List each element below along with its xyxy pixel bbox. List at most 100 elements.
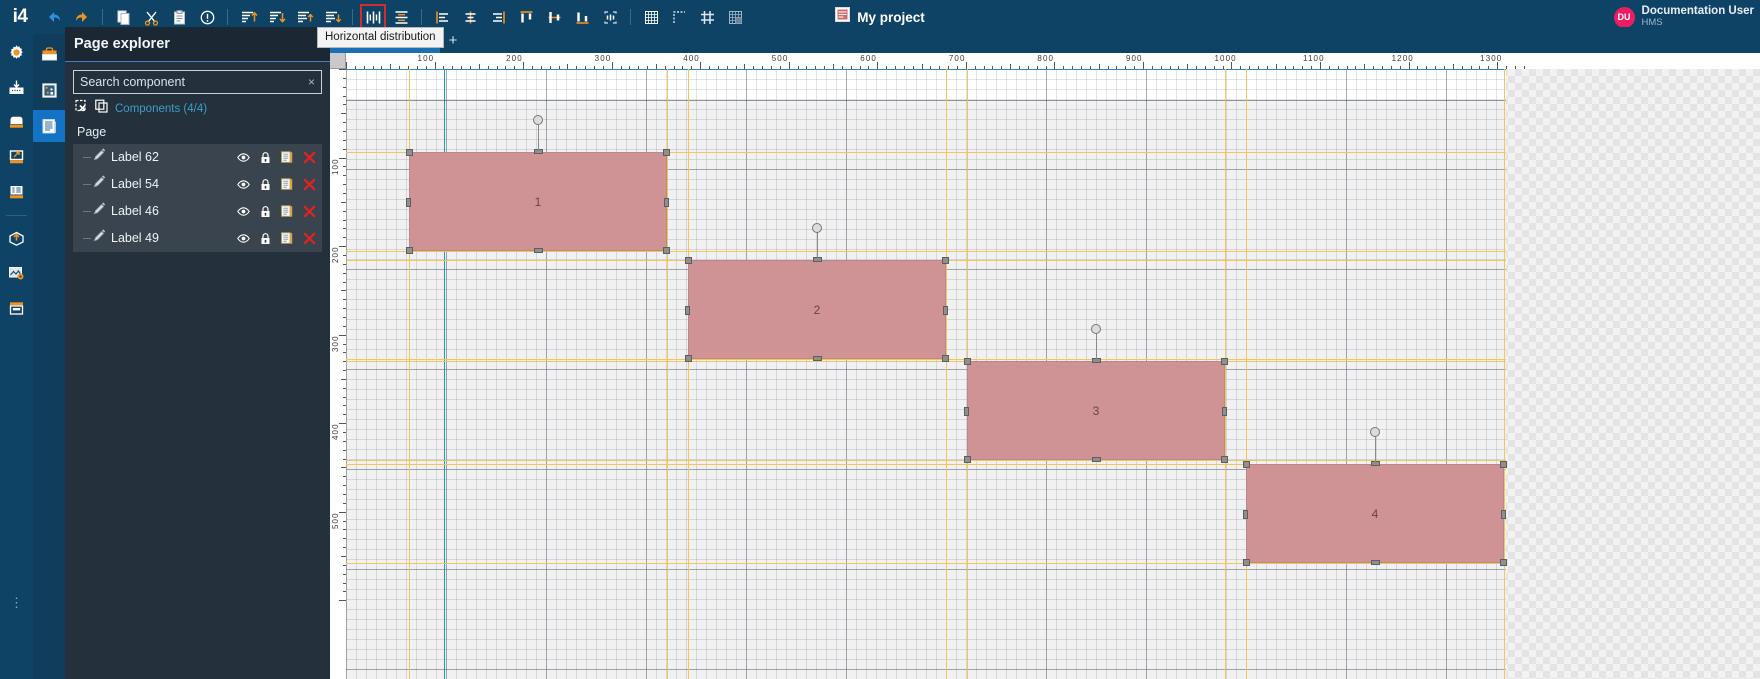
horizontal-guide[interactable] [346, 563, 1506, 564]
resize-handle[interactable] [1500, 559, 1507, 566]
ruler-label: 100 [331, 157, 340, 175]
horizontal-guide[interactable] [346, 359, 1506, 360]
horizontal-ruler[interactable]: 100 200 300 400 500 600 700 800 900 1000 1100 1200 1… [346, 53, 1760, 69]
visibility-icon[interactable] [237, 205, 250, 218]
duplicate-icon[interactable] [281, 204, 293, 218]
label-shape-1[interactable]: 1 [409, 152, 667, 251]
horizontal-guide[interactable] [346, 361, 1506, 362]
resize-handle[interactable] [942, 257, 949, 264]
delete-icon[interactable] [303, 151, 316, 164]
rotate-handle[interactable] [812, 223, 822, 233]
delete-icon[interactable] [303, 232, 316, 245]
tool-page-explorer[interactable] [33, 110, 65, 142]
sidebar-item-settings[interactable] [0, 36, 33, 69]
tool-palette[interactable] [33, 74, 65, 106]
duplicate-icon[interactable] [281, 150, 293, 164]
label-shape-2[interactable]: 2 [688, 260, 946, 359]
vertical-guide[interactable] [667, 69, 668, 679]
resize-handle[interactable] [685, 305, 690, 315]
ruler-label: 1300 [1480, 54, 1503, 63]
resize-handle[interactable] [1243, 461, 1250, 468]
page-title: Page explorer [74, 36, 170, 52]
resize-handle[interactable] [406, 197, 411, 207]
resize-handle[interactable] [685, 355, 692, 362]
visibility-icon[interactable] [237, 232, 250, 245]
delete-icon[interactable] [303, 178, 316, 191]
list-item-label: Label 54 [111, 177, 159, 191]
delete-icon[interactable] [303, 205, 316, 218]
resize-handle[interactable] [663, 247, 670, 254]
sidebar-item-export[interactable] [0, 141, 33, 174]
resize-handle[interactable] [964, 456, 971, 463]
rail-overflow-menu[interactable]: ⋮ [0, 593, 33, 613]
resize-handle[interactable] [964, 406, 969, 416]
lock-icon[interactable] [260, 151, 271, 164]
duplicate-icon[interactable] [281, 231, 293, 245]
resize-handle[interactable] [664, 197, 669, 207]
list-item[interactable]: Label 46 [73, 198, 322, 225]
list-item[interactable]: Label 49 [73, 225, 322, 252]
avatar[interactable]: DU [1613, 6, 1635, 28]
list-item[interactable]: Label 62 [73, 144, 322, 171]
rotate-handle[interactable] [533, 115, 543, 125]
sidebar-item-download[interactable] [0, 71, 33, 104]
resize-handle[interactable] [406, 247, 413, 254]
resize-handle[interactable] [1371, 560, 1380, 565]
tree-connector [83, 210, 91, 212]
vertical-guide[interactable] [1504, 69, 1505, 679]
undo-icon[interactable] [41, 4, 67, 30]
search-input[interactable]: Search component × [73, 70, 322, 94]
resize-handle[interactable] [1500, 461, 1507, 468]
rotate-handle[interactable] [1091, 324, 1101, 334]
ruler-label: 1000 [1214, 54, 1237, 63]
ruler-label: 200 [331, 246, 340, 264]
vertical-guide[interactable] [1225, 69, 1226, 679]
tool-toolbox[interactable] [33, 38, 65, 70]
horizontal-guide[interactable] [346, 251, 1506, 252]
rotate-handle[interactable] [1370, 427, 1380, 437]
clear-search-icon[interactable]: × [308, 75, 315, 89]
resize-handle[interactable] [1092, 457, 1101, 462]
resize-handle[interactable] [534, 248, 543, 253]
page-surface[interactable]: 1 2 3 4 [346, 69, 1507, 679]
resize-handle[interactable] [1243, 509, 1248, 519]
resize-handle[interactable] [1221, 358, 1228, 365]
sidebar-item-device[interactable] [0, 106, 33, 139]
resize-handle[interactable] [813, 356, 822, 361]
canvas-viewport[interactable]: 1 2 3 4 [346, 69, 1760, 679]
label-tag-icon [93, 229, 106, 247]
add-tab-button[interactable]: + [440, 27, 466, 53]
label-shape-3[interactable]: 3 [967, 361, 1225, 460]
resize-handle[interactable] [943, 305, 948, 315]
resize-handle[interactable] [663, 149, 670, 156]
lock-icon[interactable] [260, 232, 271, 245]
label-shape-4[interactable]: 4 [1246, 464, 1504, 563]
duplicate-icon[interactable] [281, 177, 293, 191]
resize-handle[interactable] [685, 257, 692, 264]
sidebar-item-list[interactable] [0, 176, 33, 209]
visibility-icon[interactable] [237, 151, 250, 164]
select-all-icon[interactable] [95, 99, 109, 118]
sidebar-item-upload[interactable] [0, 222, 33, 255]
app-logo[interactable]: i4 [0, 0, 40, 34]
vertical-guide[interactable] [688, 69, 689, 679]
left-icon-rail: ⋮ [0, 34, 33, 679]
resize-handle[interactable] [964, 358, 971, 365]
sidebar-item-image-settings[interactable] [0, 257, 33, 290]
vertical-guide[interactable] [946, 69, 947, 679]
resize-handle[interactable] [942, 355, 949, 362]
sidebar-item-archive[interactable] [0, 292, 33, 325]
lock-icon[interactable] [260, 205, 271, 218]
resize-handle[interactable] [1501, 509, 1506, 519]
list-item[interactable]: Label 54 [73, 171, 322, 198]
vertical-guide[interactable] [1246, 69, 1247, 679]
resize-handle[interactable] [1243, 559, 1250, 566]
resize-handle[interactable] [1222, 406, 1227, 416]
vertical-ruler[interactable]: 100 200 300 400 500 [330, 69, 346, 679]
resize-handle[interactable] [406, 149, 413, 156]
visibility-icon[interactable] [237, 178, 250, 191]
resize-handle[interactable] [1221, 456, 1228, 463]
lock-icon[interactable] [260, 178, 271, 191]
deselect-all-icon[interactable] [75, 99, 89, 118]
horizontal-guide[interactable] [346, 460, 1506, 461]
